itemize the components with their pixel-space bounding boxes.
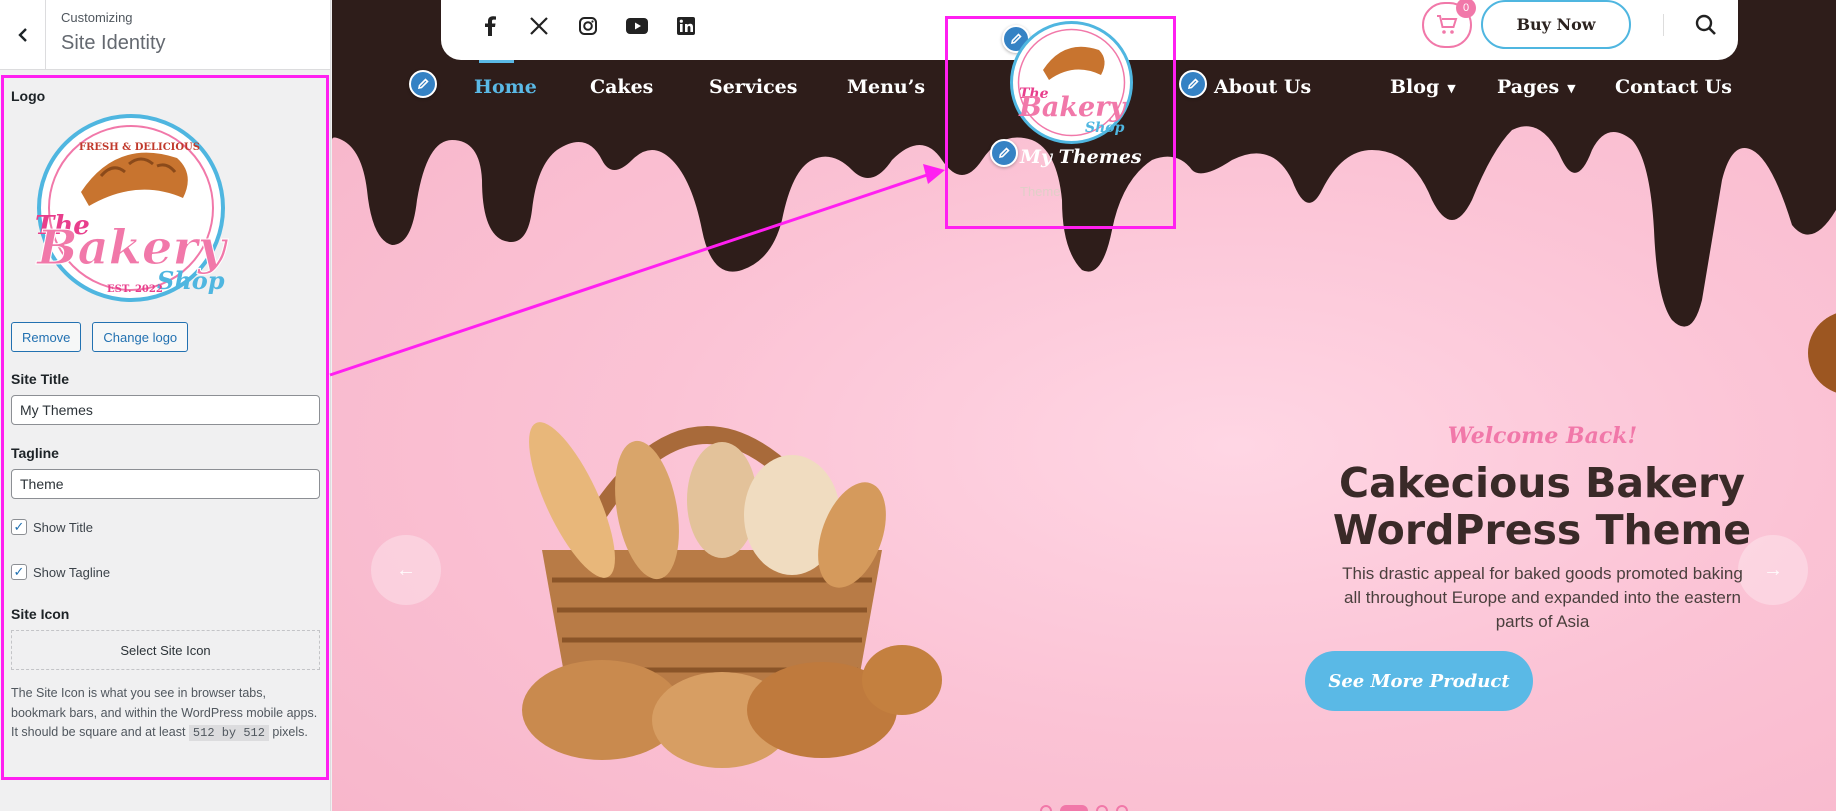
bread-basket-image [522, 422, 942, 768]
hero-welcome: Welcome Back! [1447, 423, 1638, 449]
section-title: Site Identity [61, 32, 166, 54]
customizer-sidebar: Customizing Site Identity Logo The Baker… [0, 0, 331, 811]
show-tagline-label: Show Tagline [33, 564, 111, 580]
site-icon-size-code: 512 by 512 [188, 725, 269, 741]
youtube-icon[interactable] [624, 13, 650, 39]
show-tagline-checkbox[interactable]: ✓ [11, 564, 27, 580]
cart-count-badge: 0 [1456, 0, 1476, 18]
remove-logo-button[interactable]: Remove [11, 322, 82, 352]
site-preview: 0 Buy Now Home Cakes Services Menu’s Abo… [332, 0, 1836, 811]
edit-menu-right-shortcut[interactable] [1179, 70, 1207, 98]
topbar-divider [1663, 14, 1664, 36]
search-button[interactable] [1691, 10, 1721, 40]
nav-cakes[interactable]: Cakes [590, 76, 653, 98]
svg-text:Shop: Shop [157, 266, 225, 295]
site-title-label: Site Title [11, 371, 70, 387]
svg-text:EST. 2022: EST. 2022 [107, 284, 163, 295]
chevron-down-icon: ▼ [1567, 81, 1576, 95]
search-icon [1695, 14, 1716, 35]
customizing-label: Customizing [61, 10, 133, 25]
customizer-header: Customizing Site Identity [0, 0, 330, 70]
pencil-icon [417, 78, 429, 90]
site-icon-label: Site Icon [11, 606, 70, 622]
change-logo-button[interactable]: Change logo [92, 322, 189, 352]
buy-now-button[interactable]: Buy Now [1481, 0, 1631, 49]
site-icon-description: The Site Icon is what you see in browser… [11, 686, 318, 741]
branding-highlight [945, 16, 1176, 229]
arrow-right-icon: → [1763, 558, 1783, 581]
logo-buttons: Remove Change logo [11, 322, 320, 352]
linkedin-icon[interactable] [673, 13, 699, 39]
show-tagline-row[interactable]: ✓ Show Tagline [11, 564, 320, 580]
donut-image [1808, 313, 1836, 393]
social-links [477, 13, 699, 39]
tagline-input[interactable] [11, 469, 320, 499]
chevron-down-icon: ▼ [1447, 81, 1456, 95]
slider-dot[interactable] [1116, 805, 1128, 811]
show-title-row[interactable]: ✓ Show Title [11, 519, 320, 535]
nav-contact[interactable]: Contact Us [1615, 76, 1732, 98]
facebook-icon[interactable] [477, 13, 503, 39]
cart-icon [1437, 15, 1458, 34]
show-title-checkbox[interactable]: ✓ [11, 519, 27, 535]
show-title-label: Show Title [33, 519, 93, 535]
nav-pages[interactable]: Pages ▼ [1497, 76, 1576, 98]
slider-dot-active[interactable] [1060, 805, 1088, 811]
hero-title: Cakecious Bakery WordPress Theme [1332, 459, 1752, 554]
slider-dot[interactable] [1040, 805, 1052, 811]
slider-dots [1040, 805, 1128, 811]
slider-prev-button[interactable]: ← [371, 535, 441, 605]
arrow-left-icon: ← [396, 558, 416, 581]
chevron-left-icon [17, 28, 27, 42]
instagram-icon[interactable] [575, 13, 601, 39]
select-site-icon-button[interactable]: Select Site Icon [11, 630, 320, 670]
nav-services[interactable]: Services [709, 76, 797, 98]
slider-dot[interactable] [1096, 805, 1108, 811]
edit-menu-shortcut[interactable] [409, 70, 437, 98]
bakery-logo-image: The Bakery Shop FRESH & DELICIOUS EST. 2… [35, 114, 229, 302]
hero-description: This drastic appeal for baked goods prom… [1342, 564, 1743, 631]
nav-about[interactable]: About Us [1214, 76, 1311, 98]
site-identity-panel: Logo The Bakery Shop FRESH & DELICIOUS E… [0, 74, 331, 744]
nav-blog[interactable]: Blog ▼ [1390, 76, 1456, 98]
nav-home[interactable]: Home [474, 76, 537, 98]
nav-menus[interactable]: Menu’s [847, 76, 925, 98]
logo-preview[interactable]: The Bakery Shop FRESH & DELICIOUS EST. 2… [17, 114, 245, 302]
tagline-label: Tagline [11, 445, 59, 461]
x-twitter-icon[interactable] [526, 13, 552, 39]
see-more-product-button[interactable]: See More Product [1305, 651, 1533, 711]
cart-button[interactable]: 0 [1422, 0, 1476, 48]
svg-text:FRESH & DELICIOUS: FRESH & DELICIOUS [79, 142, 200, 153]
logo-label: Logo [11, 88, 46, 104]
back-button[interactable] [0, 0, 46, 70]
active-nav-indicator [479, 60, 514, 63]
pencil-icon [1187, 78, 1199, 90]
site-title-input[interactable] [11, 395, 320, 425]
